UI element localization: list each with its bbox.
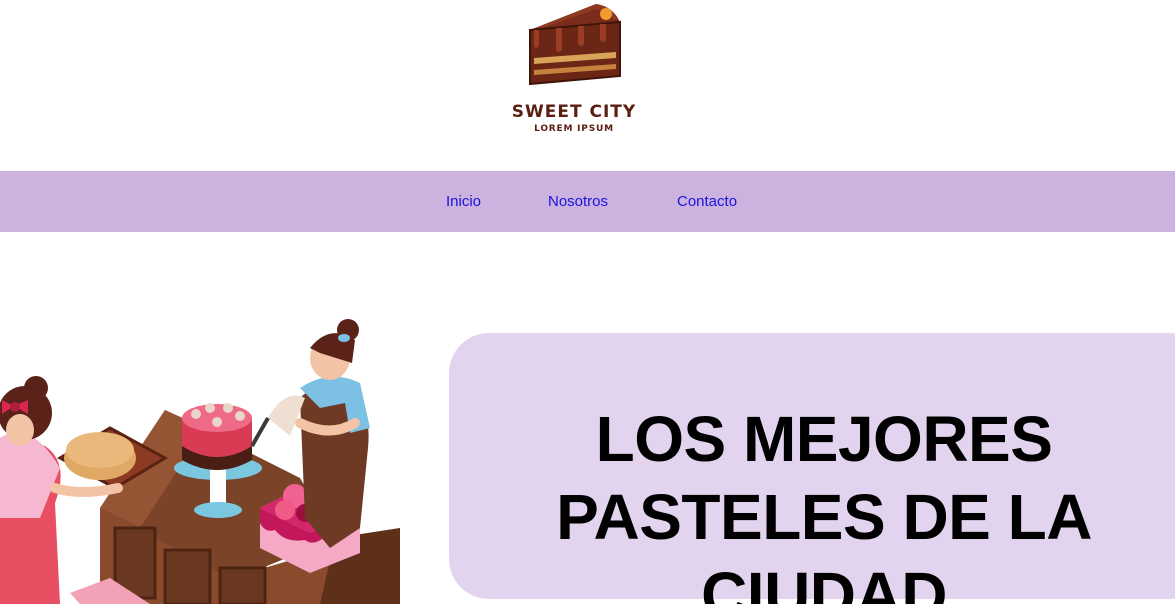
hero-card: LOS MEJORES PASTELES DE LA CIUDAD xyxy=(449,333,1175,604)
nav-link-nosotros[interactable]: Nosotros xyxy=(548,193,608,210)
brand-tagline: LOREM IPSUM xyxy=(534,124,614,134)
site-header: SWEET CITY LOREM IPSUM xyxy=(0,0,1175,171)
cake-slice-icon xyxy=(529,4,621,86)
bakers-decorating-cakes-illustration xyxy=(0,319,400,604)
hero-title-line-1: LOS MEJORES xyxy=(595,402,1053,475)
nav-link-inicio[interactable]: Inicio xyxy=(446,193,481,210)
brand-logo[interactable]: SWEET CITY LOREM IPSUM xyxy=(506,0,642,140)
hero-title: LOS MEJORES PASTELES DE LA CIUDAD xyxy=(449,400,1175,604)
brand-name: SWEET CITY xyxy=(511,102,637,122)
hero-title-line-2: PASTELES DE LA xyxy=(556,480,1092,553)
page: SWEET CITY LOREM IPSUM Inicio Nosotros C… xyxy=(0,0,1175,604)
nav-link-contacto[interactable]: Contacto xyxy=(677,193,737,210)
hero-title-line-3: CIUDAD xyxy=(701,558,947,604)
main-nav: Inicio Nosotros Contacto xyxy=(0,171,1175,232)
